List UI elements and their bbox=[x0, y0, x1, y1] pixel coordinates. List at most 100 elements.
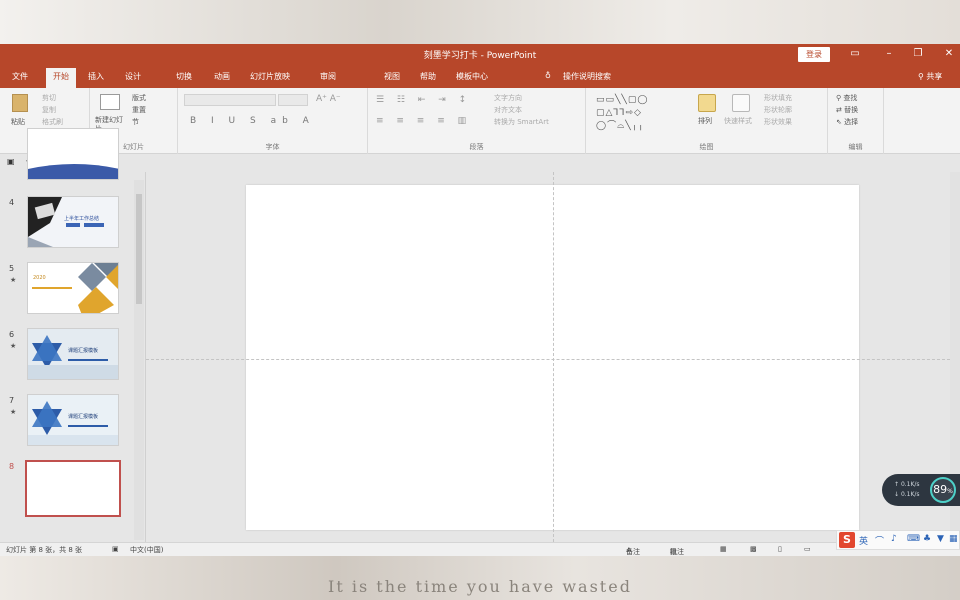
slide-thumbnail-6[interactable]: 课题汇报模板 bbox=[27, 328, 119, 380]
tab-template-center[interactable]: 模板中心 bbox=[456, 71, 488, 82]
slide-number: 6 bbox=[9, 330, 15, 339]
network-speeds: ↑ 0.1K/s ↓ 0.1K/s bbox=[894, 480, 920, 500]
shape-outline-button[interactable]: 形状轮廓 bbox=[764, 105, 792, 115]
save-icon[interactable]: ▣ bbox=[7, 157, 15, 166]
list-buttons[interactable]: ☰ ☷ ⇤ ⇥ ↕ bbox=[376, 95, 471, 105]
shirt-icon[interactable]: ▼ bbox=[937, 534, 944, 544]
slide-thumbnail-5[interactable]: 2020 bbox=[27, 262, 119, 314]
slide-thumbnail-8[interactable] bbox=[25, 460, 121, 517]
cut-button[interactable]: 剪切 bbox=[42, 93, 56, 103]
minimize-icon[interactable]: – bbox=[882, 48, 896, 59]
new-slide-icon[interactable] bbox=[100, 94, 120, 110]
normal-view-icon[interactable]: ▦ bbox=[720, 545, 727, 553]
tab-slideshow[interactable]: 幻灯片放映 bbox=[250, 71, 290, 82]
slide-number: 7 bbox=[9, 396, 15, 405]
tab-file[interactable]: 文件 bbox=[12, 71, 28, 82]
thumb-text: 课题汇报模板 bbox=[68, 414, 99, 420]
restore-icon[interactable]: ❐ bbox=[911, 48, 925, 59]
section-button[interactable]: 节 bbox=[132, 117, 139, 127]
arrange-icon[interactable] bbox=[698, 94, 716, 112]
text-direction-button[interactable]: 文字方向 bbox=[494, 93, 522, 103]
shape-fill-button[interactable]: 形状填充 bbox=[764, 93, 792, 103]
blue-star-art bbox=[28, 395, 118, 445]
thumb-art bbox=[28, 164, 118, 179]
work-summary-art bbox=[28, 197, 118, 247]
reading-view-icon[interactable]: ▯ bbox=[778, 545, 782, 553]
tab-insert[interactable]: 插入 bbox=[88, 71, 104, 82]
shapes-gallery[interactable]: ▭▭╲╲▢◯ ▢△⅂⅂⇨◇ ◯⌒⌓╲╷╷ bbox=[596, 94, 678, 134]
microphone-icon[interactable]: ♪ bbox=[891, 534, 897, 544]
blue-star-art bbox=[28, 329, 118, 379]
copy-button[interactable]: 复制 bbox=[42, 105, 56, 115]
align-buttons[interactable]: ≡ ≡ ≡ ≡ ▥ bbox=[376, 116, 471, 126]
slide-number-selected: 8 bbox=[9, 462, 15, 471]
punctuation-icon[interactable]: ⌒ bbox=[875, 534, 884, 547]
align-text-button[interactable]: 对齐文本 bbox=[494, 105, 522, 115]
language-label[interactable]: 中文(中国) bbox=[130, 545, 163, 555]
pointer-icon: ⇖ bbox=[836, 118, 845, 126]
keyboard-icon[interactable]: ⌨ bbox=[907, 534, 920, 544]
ribbon-home: 粘贴 剪切 复制 格式刷 剪贴板 新建幻灯片 版式 重置 节 幻灯片 B I U… bbox=[0, 88, 960, 154]
editing-group-label: 编辑 bbox=[848, 143, 863, 151]
slide-number: 4 bbox=[9, 198, 15, 207]
paste-icon[interactable] bbox=[12, 94, 28, 112]
slide-thumbnail-7[interactable]: 课题汇报模板 bbox=[27, 394, 119, 446]
smartart-button[interactable]: 转换为 SmartArt bbox=[494, 117, 549, 127]
quick-styles-button[interactable]: 快速样式 bbox=[724, 116, 752, 126]
tab-transitions[interactable]: 切换 bbox=[176, 71, 192, 82]
tab-design[interactable]: 设计 bbox=[125, 71, 141, 82]
ribbon-display-options-icon[interactable]: ▭ bbox=[848, 48, 862, 59]
thumb-text: 2020 bbox=[33, 275, 46, 281]
animation-star-icon: ★ bbox=[10, 342, 17, 350]
slide-thumbnails-panel: 4 上半年工作总结 5 ★ 2020 6 ★ 课题汇报模板 7 ★ 课题汇报模板… bbox=[0, 128, 146, 542]
slide-editor bbox=[146, 172, 960, 542]
login-button[interactable]: 登录 bbox=[798, 47, 830, 62]
layout-button[interactable]: 版式 bbox=[132, 93, 146, 103]
thumb-text: 上半年工作总结 bbox=[64, 216, 100, 222]
select-button[interactable]: ⇖ 选择 bbox=[836, 117, 858, 127]
replace-button[interactable]: ⇄ 替换 bbox=[836, 105, 858, 115]
skin-icon[interactable]: ♣ bbox=[923, 534, 931, 544]
grow-font-icon[interactable]: A⁺ A⁻ bbox=[316, 94, 341, 104]
group-editing: ⚲ 查找 ⇄ 替换 ⇖ 选择 编辑 bbox=[828, 88, 884, 154]
font-size-input[interactable] bbox=[278, 94, 308, 106]
horizontal-guide[interactable] bbox=[146, 359, 960, 360]
close-icon[interactable]: ✕ bbox=[942, 48, 956, 59]
background-top bbox=[0, 0, 960, 44]
tell-me-search[interactable]: 操作说明搜索 bbox=[563, 71, 611, 82]
replace-icon: ⇄ bbox=[836, 106, 845, 114]
shape-effects-button[interactable]: 形状效果 bbox=[764, 117, 792, 127]
tab-view[interactable]: 视图 bbox=[384, 71, 400, 82]
slideshow-view-icon[interactable]: ▭ bbox=[804, 545, 811, 553]
format-painter-button[interactable]: 格式刷 bbox=[42, 117, 63, 127]
tab-animations[interactable]: 动画 bbox=[214, 71, 230, 82]
input-method-toolbar: S 英 ⌒ ♪ ⌨ ♣ ▼ ▦ bbox=[836, 530, 960, 550]
tab-home[interactable]: 开始 bbox=[46, 68, 76, 88]
vertical-guide[interactable] bbox=[553, 172, 554, 542]
grid-icon[interactable]: ▦ bbox=[949, 534, 958, 544]
reset-button[interactable]: 重置 bbox=[132, 105, 146, 115]
font-format-buttons[interactable]: B I U S ab A bbox=[190, 116, 315, 126]
find-button[interactable]: ⚲ 查找 bbox=[836, 93, 857, 103]
spellcheck-icon[interactable]: ▣ bbox=[112, 545, 119, 553]
paste-button[interactable]: 粘贴 bbox=[11, 117, 25, 127]
tab-review[interactable]: 审阅 bbox=[320, 71, 336, 82]
lightbulb-icon: ♁ bbox=[545, 71, 551, 80]
gauge-value: 89 bbox=[933, 483, 948, 496]
sogou-logo-icon[interactable]: S bbox=[839, 532, 855, 548]
share-label: 共享 bbox=[926, 72, 943, 81]
panel-scrollbar[interactable] bbox=[134, 180, 144, 540]
slide-thumbnail-4[interactable]: 上半年工作总结 bbox=[27, 196, 119, 248]
network-monitor-widget[interactable]: ↑ 0.1K/s ↓ 0.1K/s 89% bbox=[882, 474, 960, 506]
slide-thumbnail-3[interactable] bbox=[27, 128, 119, 180]
quick-styles-icon[interactable] bbox=[732, 94, 750, 112]
tab-help[interactable]: 帮助 bbox=[420, 71, 436, 82]
arrange-button[interactable]: 排列 bbox=[698, 116, 712, 126]
panel-scrollbar-thumb[interactable] bbox=[136, 194, 142, 304]
powerpoint-window: 刻墨学习打卡 - PowerPoint 登录 ▭ – ❐ ✕ 文件 开始 插入 … bbox=[0, 44, 960, 556]
slide-sorter-icon[interactable]: ▩ bbox=[750, 545, 757, 553]
download-speed-value: 0.1K/s bbox=[900, 491, 920, 498]
font-name-input[interactable] bbox=[184, 94, 276, 106]
ime-language-toggle[interactable]: 英 bbox=[859, 534, 868, 547]
share-button[interactable]: ⚲ 共享 bbox=[918, 71, 942, 82]
